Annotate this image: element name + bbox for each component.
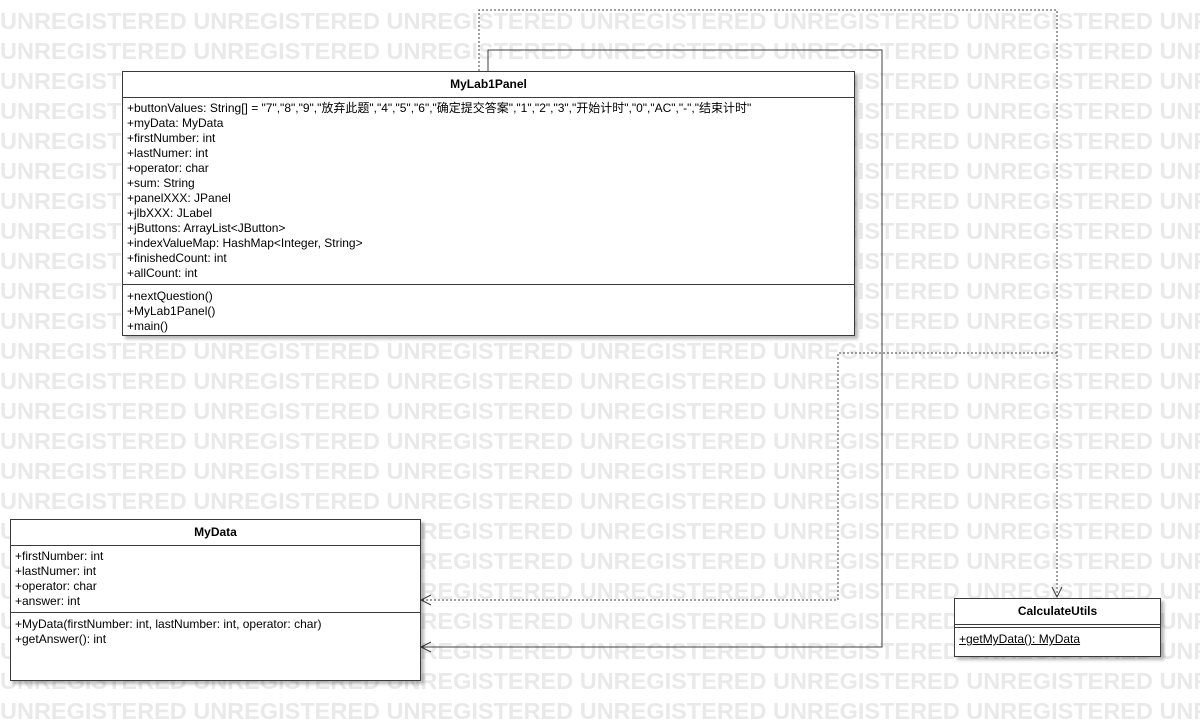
operation-row: +getMyData(): MyData	[959, 632, 1081, 646]
operation-row: +MyLab1Panel()	[127, 304, 216, 318]
operation-row: +main()	[127, 319, 169, 333]
attribute-row: +sum: String	[127, 176, 195, 190]
operations-compartment: +MyData(firstNumber: int, lastNumber: in…	[11, 613, 420, 651]
attributes-compartment: +buttonValues: String[] = "7","8","9","放…	[123, 98, 854, 285]
attribute-row: +lastNumer: int	[15, 564, 97, 578]
class-name: MyData	[11, 520, 420, 546]
attribute-row: +buttonValues: String[] = "7","8","9","放…	[127, 101, 752, 115]
operation-row: +getAnswer(): int	[15, 632, 107, 646]
attribute-row: +jButtons: ArrayList<JButton>	[127, 221, 286, 235]
attribute-row: +operator: char	[15, 579, 97, 593]
operation-row: +MyData(firstNumber: int, lastNumber: in…	[15, 617, 322, 631]
attribute-row: +jlbXXX: JLabel	[127, 206, 213, 220]
operations-compartment: +nextQuestion() +MyLab1Panel() +main()	[123, 285, 854, 338]
attribute-row: +firstNumber: int	[127, 131, 216, 145]
attribute-row: +myData: MyData	[127, 116, 224, 130]
class-mylab1panel[interactable]: MyLab1Panel +buttonValues: String[] = "7…	[122, 71, 855, 336]
attribute-row: +indexValueMap: HashMap<Integer, String>	[127, 236, 363, 250]
attribute-row: +lastNumer: int	[127, 146, 209, 160]
class-mydata[interactable]: MyData +firstNumber: int +lastNumer: int +…	[10, 519, 421, 681]
attribute-row: +operator: char	[127, 161, 209, 175]
attribute-row: +answer: int	[15, 594, 81, 608]
operations-compartment: +getMyData(): MyData	[955, 628, 1160, 651]
attribute-row: +finishedCount: int	[127, 251, 227, 265]
dependency-line-calculateutils-mydata	[421, 352, 1057, 601]
class-calculateutils[interactable]: CalculateUtils +getMyData(): MyData	[954, 598, 1161, 657]
attribute-row: +panelXXX: JPanel	[127, 191, 231, 205]
attribute-row: +allCount: int	[127, 266, 198, 280]
attribute-row: +firstNumber: int	[15, 549, 104, 563]
class-name: CalculateUtils	[955, 599, 1160, 625]
class-name: MyLab1Panel	[123, 72, 854, 98]
operation-row: +nextQuestion()	[127, 289, 213, 303]
attributes-compartment: +firstNumber: int +lastNumer: int +operato…	[11, 546, 420, 613]
